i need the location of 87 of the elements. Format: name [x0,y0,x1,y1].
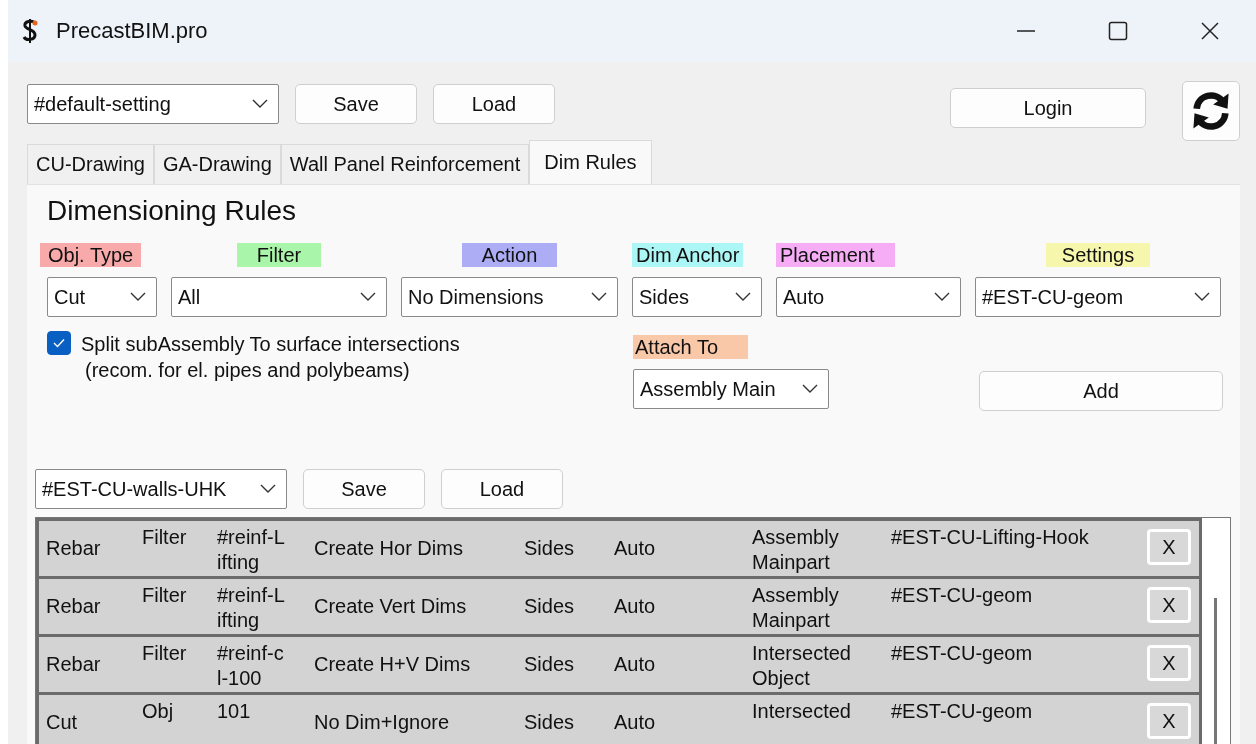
checkbox[interactable] [47,331,71,355]
checkbox-note: (recom. for el. pipes and polybeams) [85,358,411,383]
table-cell-text: Intersected [752,699,852,724]
table-cell-text: Filter [142,583,188,608]
table-cell-text: Sides [524,710,576,735]
rule-row[interactable]: Cut Obj 101 No Dim+Ignore Sides Auto Intersected #EST-CU-geom X [36,695,1202,744]
rule-row[interactable]: Rebar Filter #reinf-cl-100 Create H+V Dims Sides Auto Intersected Object #EST-CU-geom X [36,637,1202,695]
field-dropdown[interactable]: Cut [47,277,157,317]
rule-row[interactable]: Rebar Filter #reinf-Lifting Create Hor Dims Sides Auto Assembly Mainpart #EST-CU-Lifting-Hook X [36,521,1202,579]
close-icon [1200,21,1220,41]
minimize-icon [1016,30,1036,32]
login-button[interactable]: Login [950,88,1146,128]
field-dropdown[interactable]: Assembly Main [633,369,829,409]
table-cell-text: Filter [142,525,188,550]
field-label: Dim Anchor [632,243,744,267]
table-cell-text: #reinf-Lifting [217,525,286,575]
tab[interactable]: CU-Drawing [27,144,154,184]
chevron-icon [735,292,751,302]
table-cell-text: Intersected Object [752,641,852,691]
field-dropdown[interactable]: #EST-CU-geom [975,277,1221,317]
field-dropdown[interactable]: Auto [776,277,961,317]
preset-dropdown[interactable]: #EST-CU-walls-UHK [35,469,287,509]
chevron-icon [360,292,376,302]
save-button[interactable]: Save [303,469,425,509]
field-label: Filter [236,243,322,267]
checkbox-label: Split subAssembly To surface intersections [81,332,460,357]
delete-button[interactable]: X [1147,529,1191,565]
load-button[interactable]: Load [441,469,563,509]
delete-button[interactable]: X [1147,587,1191,623]
table-cell-text: #EST-CU-geom [891,699,1034,724]
chevron-icon [260,484,276,494]
table-cell-text: Create H+V Dims [314,652,472,677]
app-logo-icon [20,18,40,44]
rule-row[interactable]: Rebar Filter #reinf-Lifting Create Vert Dims Sides Auto Assembly Mainpart #EST-CU-geom X [36,579,1202,637]
table-cell-text: Sides [524,536,576,561]
refresh-button[interactable] [1182,81,1240,141]
table-cell-text: 101 [217,699,252,724]
table-cell-text: #EST-CU-geom [891,583,1034,608]
table-cell-text: Assembly Mainpart [752,525,840,575]
save-button[interactable]: Save [295,84,417,124]
table-cell-text: #reinf-cl-100 [217,641,285,691]
load-button[interactable]: Load [433,84,555,124]
delete-button[interactable]: X [1147,703,1191,739]
chevron-icon [130,292,146,302]
tab[interactable]: Wall Panel Reinforcement [280,144,530,184]
table-cell-text: Sides [524,594,576,619]
table-cell-text: Obj [142,699,175,724]
table-cell-text: Rebar [45,594,102,619]
table-cell-text: Auto [614,594,657,619]
table-cell-text: Auto [614,536,657,561]
scrollbar-thumb[interactable] [1214,598,1217,744]
chevron-icon [252,99,268,109]
table-cell-text: Assembly Mainpart [752,583,840,633]
window-title: PrecastBIM.pro [56,18,208,44]
chevron-icon [1194,292,1210,302]
table-cell-text: Sides [524,652,576,677]
table-cell-text: Cut [45,710,79,735]
table-cell-text: Auto [614,652,657,677]
table-cell-text: #EST-CU-Lifting-Hook [891,525,1090,550]
table-cell-text: #EST-CU-geom [891,641,1034,666]
field-label: Placement [776,243,895,267]
field-label: Settings [1045,243,1151,267]
table-cell-text: Create Vert Dims [314,594,468,619]
add-button[interactable]: Add [979,371,1223,411]
field-label: Action [461,243,558,267]
tab[interactable]: GA-Drawing [153,144,281,184]
checkmark-icon [53,338,65,348]
delete-button[interactable]: X [1147,645,1191,681]
chevron-icon [802,384,818,394]
table-cell-text: Filter [142,641,188,666]
field-label: Attach To [633,335,749,359]
table-cell-text: Rebar [45,652,102,677]
setting-dropdown[interactable]: #default-setting [27,84,279,124]
table-cell-text: No Dim+Ignore [314,710,451,735]
field-dropdown[interactable]: No Dimensions [401,277,618,317]
field-dropdown[interactable]: Sides [632,277,762,317]
table-cell-text: Auto [614,710,657,735]
tab[interactable]: Dim Rules [529,140,652,184]
maximize-icon [1108,21,1128,41]
field-label: Obj. Type [40,243,142,267]
panel-heading: Dimensioning Rules [47,195,297,227]
table-cell-text: #reinf-Lifting [217,583,286,633]
table-cell-text: Create Hor Dims [314,536,464,561]
field-dropdown[interactable]: All [171,277,387,317]
table-cell-text: Rebar [45,536,102,561]
chevron-icon [591,292,607,302]
chevron-icon [934,292,950,302]
